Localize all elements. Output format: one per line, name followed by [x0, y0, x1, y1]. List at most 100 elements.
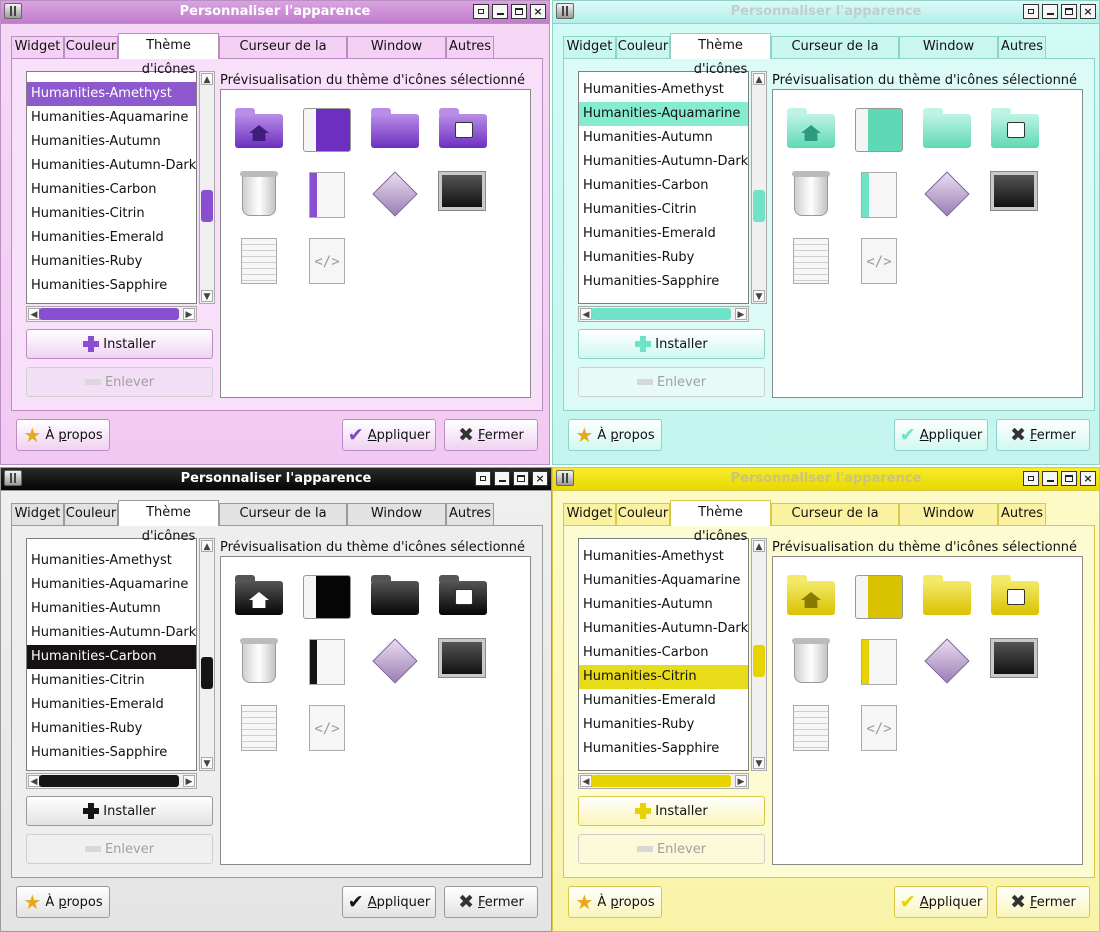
close-window-icon[interactable]: × — [1080, 4, 1096, 19]
list-item[interactable]: Humanities-Autumn-Darker — [27, 154, 196, 178]
scroll-down-icon[interactable]: ▼ — [753, 757, 765, 769]
maximize-window-icon[interactable] — [513, 471, 529, 486]
about-button[interactable]: ★ À propos — [16, 886, 110, 918]
shade-window-icon[interactable] — [475, 471, 491, 486]
tab-3[interactable]: Curseur de la souris — [771, 36, 899, 74]
minimize-window-icon[interactable] — [1042, 4, 1058, 19]
list-item[interactable]: Humanities-Sapphire — [579, 737, 748, 761]
maximize-window-icon[interactable] — [1061, 471, 1077, 486]
scroll-right-icon[interactable]: ▶ — [735, 308, 747, 320]
minimize-window-icon[interactable] — [494, 471, 510, 486]
tab-0[interactable]: Widget — [11, 36, 64, 58]
shade-window-icon[interactable] — [1023, 471, 1039, 486]
tab-4[interactable]: Window Border — [899, 36, 998, 74]
apply-button[interactable]: ✔ Appliquer — [342, 886, 436, 918]
install-button[interactable]: Installer — [578, 796, 765, 826]
install-button[interactable]: Installer — [26, 329, 213, 359]
scroll-right-icon[interactable]: ▶ — [735, 775, 747, 787]
horizontal-scrollbar[interactable]: ◀ ▶ — [26, 306, 197, 322]
minimize-window-icon[interactable] — [492, 4, 508, 19]
horizontal-scrollbar[interactable]: ◀ ▶ — [578, 306, 749, 322]
tab-5[interactable]: Autres — [446, 503, 494, 525]
list-item[interactable]: Humanities-Autumn — [579, 126, 748, 150]
tab-1[interactable]: Couleur — [616, 36, 670, 58]
scroll-right-icon[interactable]: ▶ — [183, 775, 195, 787]
install-button[interactable]: Installer — [578, 329, 765, 359]
scroll-up-icon[interactable]: ▲ — [201, 73, 213, 85]
list-item[interactable]: Humanities-Sapphire — [579, 270, 748, 294]
scrollbar-thumb[interactable] — [591, 775, 731, 787]
horizontal-scrollbar[interactable]: ◀ ▶ — [578, 773, 749, 789]
tab-2[interactable]: Thème d'icônes — [670, 33, 771, 77]
vertical-scrollbar[interactable]: ▲ ▼ — [199, 71, 215, 304]
list-item[interactable]: Humanities-Citrin — [27, 669, 196, 693]
close-window-icon[interactable]: × — [530, 4, 546, 19]
tab-4[interactable]: Window Border — [899, 503, 998, 541]
list-item[interactable]: Humanities-Aquamarine — [579, 569, 748, 593]
close-button[interactable]: ✖ Fermer — [996, 419, 1090, 451]
scrollbar-thumb[interactable] — [39, 775, 179, 787]
tab-1[interactable]: Couleur — [616, 503, 670, 525]
list-item[interactable]: Humanities-Carbon — [579, 174, 748, 198]
list-item[interactable]: Humanities-Citrin — [579, 198, 748, 222]
tab-2[interactable]: Thème d'icônes — [118, 500, 219, 544]
list-item[interactable]: Humanities-Carbon — [27, 645, 196, 669]
list-item[interactable]: Humanities-Aquamarine — [27, 573, 196, 597]
tab-5[interactable]: Autres — [998, 503, 1046, 525]
tab-4[interactable]: Window Border — [347, 503, 446, 541]
tab-0[interactable]: Widget — [11, 503, 64, 525]
apply-button[interactable]: ✔ Appliquer — [894, 886, 988, 918]
scroll-down-icon[interactable]: ▼ — [753, 290, 765, 302]
list-item[interactable]: Humanities-Aquamarine — [579, 102, 748, 126]
list-item[interactable]: Humanities-Spring — [27, 765, 196, 770]
icon-theme-list[interactable]: Humanities-Amethyst Humanities-Aquamarine… — [578, 538, 749, 771]
vertical-scrollbar[interactable]: ▲ ▼ — [751, 538, 767, 771]
list-item[interactable]: Humanities-Citrin — [579, 665, 748, 689]
list-item[interactable]: Humanities-Autumn-Darker — [579, 150, 748, 174]
scrollbar-thumb[interactable] — [201, 190, 213, 222]
list-item[interactable]: Humanities-Sapphire — [27, 274, 196, 298]
close-button[interactable]: ✖ Fermer — [444, 419, 538, 451]
scroll-down-icon[interactable]: ▼ — [201, 757, 213, 769]
list-item[interactable]: Humanities-Sapphire — [27, 741, 196, 765]
close-button[interactable]: ✖ Fermer — [996, 886, 1090, 918]
tab-3[interactable]: Curseur de la souris — [219, 503, 347, 541]
list-item[interactable]: Humanities-Citrin — [27, 202, 196, 226]
scroll-up-icon[interactable]: ▲ — [201, 540, 213, 552]
list-item[interactable]: Humanities-Autumn-Darker — [579, 617, 748, 641]
apply-button[interactable]: ✔ Appliquer — [342, 419, 436, 451]
list-item[interactable]: Humanities-Autumn — [579, 593, 748, 617]
vertical-scrollbar[interactable]: ▲ ▼ — [751, 71, 767, 304]
list-item[interactable]: Humanities-Amethyst — [27, 549, 196, 573]
list-item[interactable]: Humanities-Ruby — [27, 717, 196, 741]
scroll-up-icon[interactable]: ▲ — [753, 540, 765, 552]
scrollbar-thumb[interactable] — [753, 190, 765, 222]
about-button[interactable]: ★ À propos — [16, 419, 110, 451]
scrollbar-thumb[interactable] — [201, 657, 213, 689]
list-item[interactable]: Humanities-Spring — [27, 298, 196, 303]
about-button[interactable]: ★ À propos — [568, 419, 662, 451]
tab-2[interactable]: Thème d'icônes — [670, 500, 771, 544]
icon-theme-list[interactable]: Humanities-Amethyst Humanities-Aquamarine… — [578, 71, 749, 304]
list-item[interactable]: Humanities-Emerald — [579, 222, 748, 246]
list-item[interactable]: Humanities-Emerald — [27, 226, 196, 250]
list-item[interactable]: Humanities-Emerald — [27, 693, 196, 717]
about-button[interactable]: ★ À propos — [568, 886, 662, 918]
scroll-down-icon[interactable]: ▼ — [201, 290, 213, 302]
tab-3[interactable]: Curseur de la souris — [219, 36, 347, 74]
scroll-right-icon[interactable]: ▶ — [183, 308, 195, 320]
minimize-window-icon[interactable] — [1042, 471, 1058, 486]
shade-window-icon[interactable] — [1023, 4, 1039, 19]
icon-theme-list[interactable]: Humanities-Amethyst Humanities-Aquamarine… — [26, 71, 197, 304]
scrollbar-thumb[interactable] — [591, 308, 731, 320]
tab-3[interactable]: Curseur de la souris — [771, 503, 899, 541]
tab-0[interactable]: Widget — [563, 36, 616, 58]
tab-2[interactable]: Thème d'icônes — [118, 33, 219, 77]
list-item[interactable]: Humanities-Ruby — [27, 250, 196, 274]
list-item[interactable]: Humanities-Ruby — [579, 246, 748, 270]
tab-5[interactable]: Autres — [998, 36, 1046, 58]
maximize-window-icon[interactable] — [1061, 4, 1077, 19]
list-item[interactable]: Humanities-Autumn-Darker — [27, 621, 196, 645]
apply-button[interactable]: ✔ Appliquer — [894, 419, 988, 451]
list-item[interactable]: Humanities-Emerald — [579, 689, 748, 713]
